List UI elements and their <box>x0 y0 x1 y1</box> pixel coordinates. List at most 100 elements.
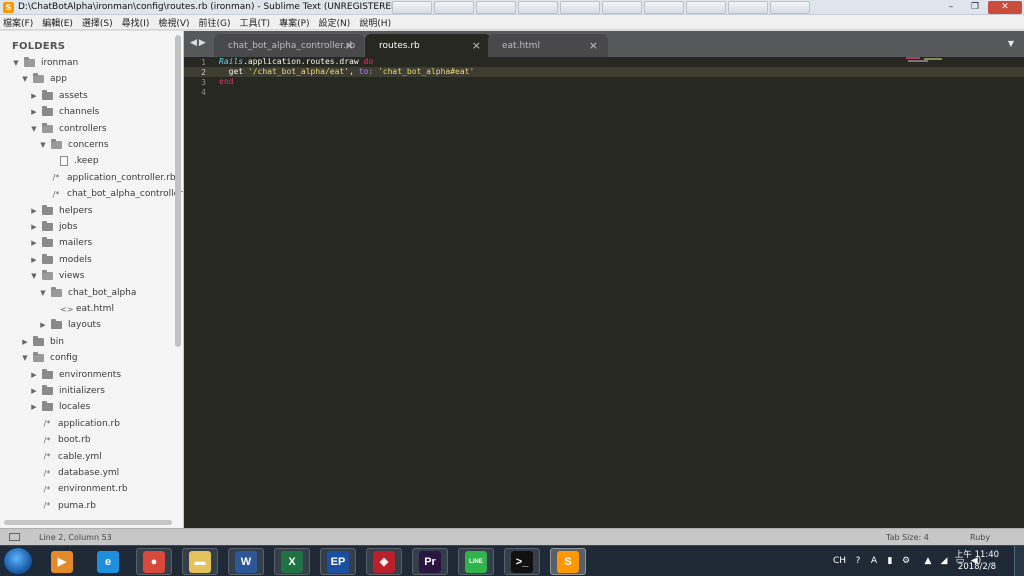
taskbar-premiere[interactable]: Pr <box>412 548 448 575</box>
sidebar-item-code[interactable]: /* application_controller.rb <box>39 171 176 185</box>
tab-close-icon[interactable]: × <box>472 39 481 52</box>
sidebar-item-code[interactable]: /* chat_bot_alpha_controller.rb <box>39 187 183 201</box>
sidebar-vertical-scrollbar[interactable] <box>175 35 181 347</box>
menu-edit[interactable]: 編輯(E) <box>42 16 73 29</box>
background-tab[interactable] <box>560 1 600 14</box>
tab-close-icon[interactable]: × <box>589 39 598 52</box>
chevron-right-icon[interactable]: ▶ <box>21 338 29 346</box>
minimize-button[interactable]: – <box>940 1 962 14</box>
code-editor[interactable]: 1 2 3 4 Rails.application.routes.draw do… <box>184 57 1024 528</box>
chevron-right-icon[interactable]: ▶ <box>30 371 38 379</box>
menu-help[interactable]: 說明(H) <box>359 16 391 29</box>
chevron-down-icon[interactable]: ▼ <box>12 59 20 67</box>
show-desktop-button[interactable] <box>1014 546 1024 576</box>
sidebar-item-doc[interactable]: .keep <box>48 154 99 168</box>
tab-dropdown-icon[interactable]: ▼ <box>1008 39 1014 48</box>
background-tab[interactable] <box>392 1 432 14</box>
chevron-right-icon[interactable]: ▶ <box>30 207 38 215</box>
sidebar-item-folder[interactable]: ▶ locales <box>30 400 90 414</box>
sidebar-item-code[interactable]: /* cable.yml <box>30 450 102 464</box>
menu-preferences[interactable]: 設定(N) <box>319 16 351 29</box>
background-tab[interactable] <box>518 1 558 14</box>
chevron-right-icon[interactable]: ▶ <box>30 256 38 264</box>
sidebar-item-folder[interactable]: ▶ helpers <box>30 204 92 218</box>
sidebar-item-code[interactable]: /* database.yml <box>30 466 120 480</box>
menu-find[interactable]: 尋找(I) <box>122 16 150 29</box>
background-tab[interactable] <box>644 1 684 14</box>
tab-navigation[interactable]: ◀▶ <box>190 38 208 48</box>
taskbar-sublime-text[interactable]: S <box>550 548 586 575</box>
taskbar-line[interactable]: LINE <box>458 548 494 575</box>
panel-toggle-icon[interactable] <box>9 533 20 541</box>
chevron-right-icon[interactable]: ▶ <box>39 321 47 329</box>
sidebar-item-folder[interactable]: ▼ views <box>30 269 84 283</box>
taskbar-word[interactable]: W <box>228 548 264 575</box>
sidebar-item-folder[interactable]: ▶ models <box>30 253 92 267</box>
chevron-down-icon[interactable]: ▼ <box>30 125 38 133</box>
taskbar-media-player[interactable]: ▶ <box>44 548 80 575</box>
background-tab[interactable] <box>686 1 726 14</box>
tab-close-icon[interactable]: × <box>345 39 354 52</box>
language-indicator[interactable]: CH <box>833 556 846 566</box>
taskbar-chrome[interactable]: ● <box>136 548 172 575</box>
a-icon[interactable]: A <box>868 555 880 567</box>
taskbar-ep[interactable]: EP <box>320 548 356 575</box>
sidebar-item-folder[interactable]: ▼ ironman <box>12 56 78 70</box>
sidebar-item-folder[interactable]: ▶ bin <box>21 335 64 349</box>
sidebar-horizontal-scrollbar[interactable] <box>4 520 172 525</box>
settings-icon[interactable]: ⚙ <box>900 555 912 567</box>
tab-eat-html[interactable]: eat.html × <box>488 34 608 57</box>
sidebar-item-folder[interactable]: ▶ environments <box>30 368 121 382</box>
sidebar-item-folder[interactable]: ▼ chat_bot_alpha <box>39 286 136 300</box>
chevron-right-icon[interactable]: ▶ <box>30 387 38 395</box>
menu-goto[interactable]: 前往(G) <box>199 16 231 29</box>
chevron-down-icon[interactable]: ▼ <box>21 354 29 362</box>
taskbar-file-explorer[interactable]: ▬ <box>182 548 218 575</box>
background-tab[interactable] <box>728 1 768 14</box>
background-tab[interactable] <box>434 1 474 14</box>
sidebar-item-folder[interactable]: ▶ layouts <box>39 318 101 332</box>
tab-chat-bot-alpha-controller[interactable]: chat_bot_alpha_controller.rb × <box>214 34 364 57</box>
taskbar-internet-explorer[interactable]: e <box>90 548 126 575</box>
clock[interactable]: 上午 11:40 2018/2/8 <box>954 549 1000 573</box>
background-tab[interactable] <box>602 1 642 14</box>
chevron-down-icon[interactable]: ▼ <box>30 272 38 280</box>
taskbar-excel[interactable]: X <box>274 548 310 575</box>
sidebar-item-folder[interactable]: ▶ channels <box>30 105 99 119</box>
taskbar-terminal[interactable]: >_ <box>504 548 540 575</box>
tab-size-indicator[interactable]: Tab Size: 4 <box>886 533 929 542</box>
sidebar-item-folder[interactable]: ▼ app <box>21 72 67 86</box>
tab-left-arrow-icon[interactable]: ◀ <box>190 38 199 48</box>
sidebar-item-folder[interactable]: ▼ controllers <box>30 122 107 136</box>
sidebar-item-folder[interactable]: ▶ mailers <box>30 236 92 250</box>
tab-right-arrow-icon[interactable]: ▶ <box>199 38 208 48</box>
sidebar-item-folder[interactable]: ▶ jobs <box>30 220 77 234</box>
help-icon[interactable]: ? <box>852 555 864 567</box>
minimap[interactable] <box>906 57 946 63</box>
chevron-right-icon[interactable]: ▶ <box>30 108 38 116</box>
maximize-button[interactable]: ❐ <box>964 1 986 14</box>
menu-view[interactable]: 檢視(V) <box>158 16 189 29</box>
syntax-indicator[interactable]: Ruby <box>970 533 990 542</box>
wifi-icon[interactable]: ◢ <box>938 555 950 567</box>
sidebar-item-folder[interactable]: ▼ config <box>21 351 78 365</box>
sidebar-item-html[interactable]: <> eat.html <box>48 302 114 316</box>
sidebar-item-folder[interactable]: ▶ initializers <box>30 384 105 398</box>
keyboard-icon[interactable]: ▮ <box>884 555 896 567</box>
menu-file[interactable]: 檔案(F) <box>3 16 33 29</box>
chevron-down-icon[interactable]: ▼ <box>39 289 47 297</box>
chevron-down-icon[interactable]: ▼ <box>39 141 47 149</box>
close-button[interactable]: ✕ <box>988 1 1022 14</box>
sidebar-item-folder[interactable]: ▶ assets <box>30 89 88 103</box>
menu-project[interactable]: 專案(P) <box>279 16 309 29</box>
up-arrow-icon[interactable]: ▲ <box>922 555 934 567</box>
background-tab[interactable] <box>476 1 516 14</box>
sidebar-item-folder[interactable]: ▼ concerns <box>39 138 109 152</box>
menu-selection[interactable]: 選擇(S) <box>82 16 113 29</box>
start-button[interactable] <box>3 547 33 575</box>
chevron-right-icon[interactable]: ▶ <box>30 92 38 100</box>
taskbar-app-diamond[interactable]: ◈ <box>366 548 402 575</box>
tab-routes[interactable]: routes.rb × <box>365 34 491 57</box>
chevron-right-icon[interactable]: ▶ <box>30 223 38 231</box>
sidebar-item-code[interactable]: /* environment.rb <box>30 482 128 496</box>
